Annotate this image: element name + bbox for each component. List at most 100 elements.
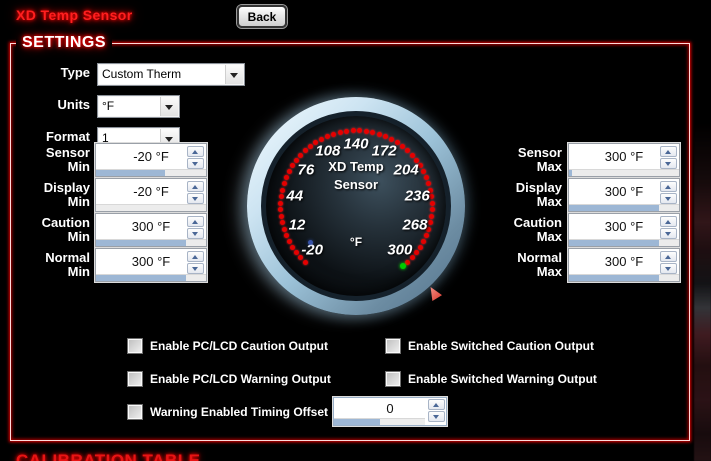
caution-min-label: Caution Min bbox=[41, 215, 90, 244]
back-button[interactable]: Back bbox=[237, 5, 287, 28]
calibration-table-heading: CALIBRATION TABLE bbox=[16, 451, 201, 461]
type-label: Type bbox=[60, 65, 90, 80]
gauge-tick-dot bbox=[302, 260, 308, 266]
display-max-down-button[interactable] bbox=[660, 193, 677, 204]
enable-switched-caution-label: Enable Switched Caution Output bbox=[408, 339, 594, 353]
gauge-tick-label: 172 bbox=[371, 142, 397, 160]
timing-offset-slider bbox=[334, 418, 425, 425]
display-min-down-button[interactable] bbox=[187, 193, 204, 204]
gauge-tick-dot bbox=[318, 136, 324, 142]
display-min-slider bbox=[96, 204, 206, 211]
display-max-slider bbox=[569, 204, 679, 211]
sensor-min-slider bbox=[96, 169, 206, 176]
gauge-tick-label: 140 bbox=[343, 135, 369, 153]
units-label: Units bbox=[57, 97, 91, 112]
gauge-tick-dot bbox=[363, 128, 369, 134]
temperature-gauge: -20 12 44 76 108 140 172 204 236 268 300 XD Temp S… bbox=[247, 97, 465, 315]
sensor-max-down-button[interactable] bbox=[660, 158, 677, 169]
display-max-spinbox[interactable]: 300 °F bbox=[568, 178, 680, 212]
normal-max-spinbox[interactable]: 300 °F bbox=[568, 248, 680, 282]
units-select-value: °F bbox=[102, 99, 115, 113]
gauge-tick-dot bbox=[389, 136, 395, 142]
sensor-max-up-button[interactable] bbox=[660, 146, 677, 157]
normal-min-slider bbox=[96, 274, 206, 281]
gauge-tick-dot bbox=[376, 131, 382, 137]
type-select[interactable]: Custom Therm bbox=[97, 63, 245, 86]
sensor-min-spinbox[interactable]: -20 °F bbox=[95, 143, 207, 177]
gauge-tick-dot bbox=[278, 213, 284, 219]
enable-switched-warning-label: Enable Switched Warning Output bbox=[408, 372, 597, 386]
enable-pclcd-warning-row: Enable PC/LCD Warning Output bbox=[127, 371, 331, 387]
xd-temp-sensor-settings-page: XD Temp Sensor Back SETTINGS Type Custom… bbox=[0, 0, 711, 461]
gauge-tick-dot bbox=[337, 129, 343, 135]
format-label: Format bbox=[45, 129, 90, 144]
sensor-min-up-button[interactable] bbox=[187, 146, 204, 157]
gauge-tick-label: 12 bbox=[288, 216, 306, 234]
sensor-max-label: Sensor Max bbox=[517, 145, 562, 174]
gauge-tick-dot bbox=[410, 152, 416, 158]
type-select-value: Custom Therm bbox=[102, 67, 182, 81]
display-max-up-button[interactable] bbox=[660, 181, 677, 192]
gauge-tick-dot bbox=[302, 147, 308, 153]
warning-timing-offset-label: Warning Enabled Timing Offset bbox=[150, 405, 329, 419]
display-min-spinbox[interactable]: -20 °F bbox=[95, 178, 207, 212]
normal-min-label: Normal Min bbox=[45, 250, 90, 279]
gauge-tick-label: 268 bbox=[402, 216, 428, 234]
background-texture bbox=[694, 120, 711, 461]
gauge-tick-dot bbox=[293, 250, 299, 256]
caution-max-down-button[interactable] bbox=[660, 228, 677, 239]
caution-max-slider bbox=[569, 239, 679, 246]
gauge-tick-dot bbox=[278, 200, 284, 206]
timing-offset-spinbox[interactable]: 0 bbox=[333, 397, 447, 426]
warning-timing-offset-row: Warning Enabled Timing Offset bbox=[127, 404, 328, 420]
caution-min-spinbox[interactable]: 300 °F bbox=[95, 213, 207, 247]
enable-switched-warning-checkbox[interactable] bbox=[385, 371, 401, 387]
chevron-down-icon[interactable] bbox=[160, 97, 178, 116]
gauge-tick-dot bbox=[331, 131, 337, 137]
units-select[interactable]: °F bbox=[97, 95, 180, 118]
gauge-tick-dot bbox=[344, 128, 350, 134]
enable-switched-warning-row: Enable Switched Warning Output bbox=[385, 371, 597, 387]
sensor-max-slider bbox=[569, 169, 679, 176]
caution-max-spinbox[interactable]: 300 °F bbox=[568, 213, 680, 247]
caution-max-up-button[interactable] bbox=[660, 216, 677, 227]
normal-max-down-button[interactable] bbox=[660, 263, 677, 274]
timing-offset-up-button[interactable] bbox=[428, 399, 445, 410]
gauge-green-marker-dot bbox=[400, 263, 406, 269]
sensor-max-spinbox[interactable]: 300 °F bbox=[568, 143, 680, 177]
gauge-tick-dot bbox=[383, 133, 389, 139]
normal-min-up-button[interactable] bbox=[187, 251, 204, 262]
normal-min-down-button[interactable] bbox=[187, 263, 204, 274]
enable-pclcd-caution-row: Enable PC/LCD Caution Output bbox=[127, 338, 328, 354]
gauge-needle-dot bbox=[308, 240, 313, 245]
sensor-min-label: Sensor Min bbox=[45, 145, 90, 174]
enable-switched-caution-checkbox[interactable] bbox=[385, 338, 401, 354]
gauge-tick-dot bbox=[281, 226, 287, 232]
timing-offset-down-button[interactable] bbox=[428, 411, 445, 422]
gauge-tick-dot bbox=[400, 143, 406, 149]
caution-max-label: Caution Max bbox=[513, 215, 562, 244]
gauge-title-line1: XD Temp bbox=[328, 159, 384, 174]
gauge-tick-dot bbox=[307, 143, 313, 149]
enable-pclcd-caution-checkbox[interactable] bbox=[127, 338, 143, 354]
gauge-tick-dot bbox=[429, 200, 435, 206]
caution-min-down-button[interactable] bbox=[187, 228, 204, 239]
caution-min-slider bbox=[96, 239, 206, 246]
display-max-label: Display Max bbox=[515, 180, 562, 209]
normal-min-spinbox[interactable]: 300 °F bbox=[95, 248, 207, 282]
gauge-tick-label: 108 bbox=[315, 142, 341, 160]
warning-timing-offset-checkbox[interactable] bbox=[127, 404, 143, 420]
gauge-tick-dot bbox=[297, 152, 303, 158]
caution-min-up-button[interactable] bbox=[187, 216, 204, 227]
chevron-down-icon[interactable] bbox=[225, 65, 243, 84]
gauge-title-line2: Sensor bbox=[333, 177, 379, 192]
gauge-tick-dot bbox=[350, 128, 356, 134]
gauge-units-label: °F bbox=[349, 235, 363, 249]
enable-pclcd-caution-label: Enable PC/LCD Caution Output bbox=[150, 339, 328, 353]
normal-max-up-button[interactable] bbox=[660, 251, 677, 262]
display-min-up-button[interactable] bbox=[187, 181, 204, 192]
enable-pclcd-warning-checkbox[interactable] bbox=[127, 371, 143, 387]
gauge-tick-dot bbox=[324, 133, 330, 139]
settings-legend: SETTINGS bbox=[16, 34, 113, 52]
sensor-min-down-button[interactable] bbox=[187, 158, 204, 169]
